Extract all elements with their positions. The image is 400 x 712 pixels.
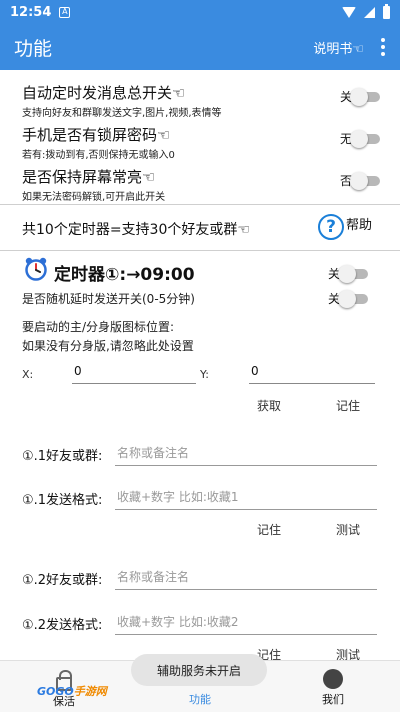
option-title: 手机是否有锁屏密码☜ — [22, 126, 171, 144]
option-description: 如果无法密码解锁,可开启此开关 — [22, 192, 166, 203]
status-time: 12:54 — [10, 4, 52, 20]
keep-screen-on-option: 是否保持屏幕常亮☜ 如果无法密码解锁,可开启此开关 否 — [22, 166, 380, 203]
slot2-friend-label: ①.2好友或群: — [22, 573, 103, 588]
status-icons — [342, 3, 390, 19]
slot2-format-label: ①.2发送格式: — [22, 618, 103, 633]
toast-message: 辅助服务未开启 — [131, 654, 267, 686]
manual-link[interactable]: 说明书☜ — [313, 38, 364, 57]
support-agent-icon — [323, 669, 343, 689]
alarm-clock-icon — [25, 257, 47, 281]
switch-knob — [350, 129, 368, 148]
position-hint-line1: 要启动的主/分身版图标位置: — [22, 320, 175, 334]
slot1-format-input[interactable] — [115, 484, 377, 510]
switch-track — [338, 289, 368, 308]
divider — [0, 204, 400, 205]
switch-knob — [338, 289, 356, 308]
slot2-format-input[interactable] — [115, 609, 377, 635]
x-label: X: — [22, 368, 34, 381]
y-coordinate-input[interactable]: 0 — [249, 364, 375, 384]
timer-switch[interactable]: 关 — [328, 264, 368, 283]
x-coordinate-input[interactable]: 0 — [72, 364, 196, 384]
nav-function[interactable]: 功能 — [150, 691, 250, 707]
page-title: 功能 — [14, 37, 53, 60]
help-button[interactable]: ? 帮助 — [318, 214, 372, 240]
lock-password-option: 手机是否有锁屏密码☜ 若有:拨动到有,否则保持无或输入0 无 — [22, 124, 380, 161]
switch-track — [338, 264, 368, 283]
slot1-test-button[interactable]: 测试 — [336, 521, 360, 538]
slot1-friend-input[interactable] — [115, 440, 377, 466]
random-delay-switch[interactable]: 关 — [328, 289, 368, 308]
switch-track — [350, 87, 380, 106]
auto-send-master-switch[interactable]: 关 — [340, 87, 380, 106]
gogo-watermark-logo: GOGO手游网 — [37, 683, 107, 699]
option-title: 自动定时发消息总开关☜ — [22, 84, 186, 102]
help-label: 帮助 — [346, 217, 373, 233]
get-position-button[interactable]: 获取 — [257, 397, 281, 414]
option-description: 支持向好友和群聊发送文字,图片,视频,表情等 — [22, 108, 222, 119]
signal-icon — [364, 6, 375, 18]
slot1-format-label: ①.1发送格式: — [22, 493, 103, 508]
divider — [0, 250, 400, 251]
switch-knob — [350, 171, 368, 190]
function-panel: 自动定时发消息总开关☜ 支持向好友和群聊发送文字,图片,视频,表情等 关 手机是… — [0, 70, 400, 660]
status-bar: 12:54 A — [0, 0, 400, 24]
wifi-icon — [342, 6, 356, 18]
watermark-site: 手游网 — [73, 685, 107, 698]
timers-info: 共10个定时器=支持30个好友或群☜ — [22, 222, 250, 238]
slot1-remember-button[interactable]: 记住 — [257, 521, 281, 538]
nav-about-label: 我们 — [322, 693, 344, 706]
nav-about[interactable]: 我们 — [283, 669, 383, 707]
position-hint-line2: 如果没有分身版,请忽略此处设置 — [22, 339, 194, 353]
slot2-test-button[interactable]: 测试 — [336, 646, 360, 660]
random-delay-label: 是否随机延时发送开关(0-5分钟) — [22, 292, 195, 306]
switch-track — [350, 171, 380, 190]
y-label: Y: — [200, 368, 209, 381]
help-icon: ? — [318, 214, 344, 240]
battery-icon — [383, 3, 390, 19]
timer-title: 定时器①:→09:00 — [54, 265, 195, 285]
auto-send-master-option: 自动定时发消息总开关☜ 支持向好友和群聊发送文字,图片,视频,表情等 关 — [22, 82, 380, 119]
slot1-friend-label: ①.1好友或群: — [22, 449, 103, 464]
notification-icon: A — [59, 6, 71, 18]
overflow-menu-icon[interactable] — [380, 38, 386, 56]
option-description: 若有:拨动到有,否则保持无或输入0 — [22, 150, 175, 161]
switch-knob — [350, 87, 368, 106]
switch-knob — [338, 264, 356, 283]
watermark-go: GOGO — [37, 685, 74, 698]
option-title: 是否保持屏幕常亮☜ — [22, 168, 156, 186]
keep-screen-on-switch[interactable]: 否 — [340, 171, 380, 190]
remember-position-button[interactable]: 记住 — [336, 397, 360, 414]
switch-track — [350, 129, 380, 148]
nav-function-label: 功能 — [189, 693, 211, 706]
app-bar: 功能 说明书☜ — [0, 24, 400, 70]
slot2-friend-input[interactable] — [115, 564, 377, 590]
lock-password-switch[interactable]: 无 — [340, 129, 380, 148]
